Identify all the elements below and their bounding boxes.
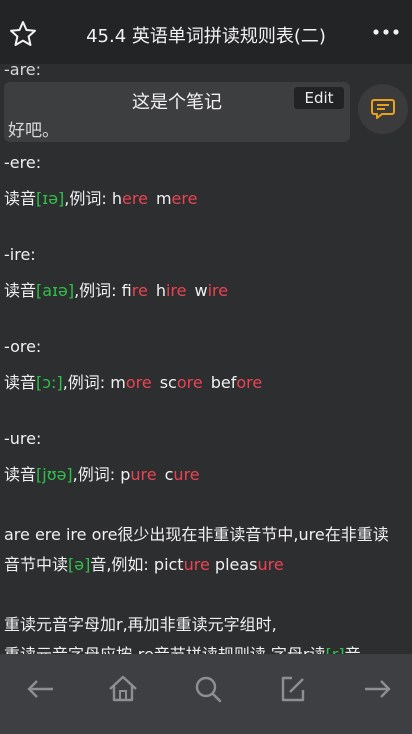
edit-icon[interactable] (270, 666, 316, 712)
ipa-symbol: [ɔ:] (36, 373, 63, 392)
example-word: score (159, 373, 203, 392)
paragraph-1-line-2: 音节中读[ə]音,例如: picture pleasure (4, 555, 284, 574)
example-word: more (110, 373, 152, 392)
page-title: 45.4 英语单词拼读规则表(二) (86, 26, 326, 47)
more-dots-icon[interactable] (372, 26, 400, 38)
arrow-left-icon[interactable] (17, 666, 63, 712)
pronunciation-line-ire: 读音[aɪə],例词: fire hire wire (4, 277, 228, 301)
paragraph-2-line-1: 重读元音字母加r,再加非重读元字组时, (4, 615, 277, 634)
note-body: 好吧。 (8, 121, 59, 141)
arrow-right-icon[interactable] (355, 666, 401, 712)
example-word: here (111, 189, 148, 208)
example-word: cure (164, 465, 200, 484)
pronunciation-prefix: 读音 (4, 281, 37, 300)
ipa-symbol: [ɪə] (36, 189, 65, 208)
example-word: pure (120, 465, 157, 484)
paragraph-2-line-2: 重读元音字母应按-re音节拼读规则读,字母r读[r]音 。 (4, 641, 382, 654)
example-word: hire (155, 281, 187, 300)
section-heading-ore: -ore: (4, 337, 42, 356)
article-content: -are: 这是个笔记 Edit 好吧。 -ere: 读音[ɪə],例词: he… (0, 64, 412, 654)
pronunciation-prefix: 读音 (4, 189, 37, 208)
section-heading-ere: -ere: (4, 153, 42, 172)
top-bar: 45.4 英语单词拼读规则表(二) (0, 0, 412, 64)
example-word: fire (121, 281, 148, 300)
bottom-nav (0, 654, 412, 734)
pronunciation-prefix: 读音 (4, 373, 37, 392)
home-icon[interactable] (100, 666, 146, 712)
example-label: ,例词: (72, 465, 121, 484)
example-word: wire (194, 281, 229, 300)
paragraph-1-line-1: are ere ire ore很少出现在非重读音节中,ure在非重读 (4, 525, 389, 544)
pronunciation-line-ere: 读音[ɪə],例词: here mere (4, 185, 197, 209)
example-label: ,例词: (74, 281, 122, 300)
example-label: ,例词: (64, 189, 112, 208)
ipa-symbol: [aɪə] (36, 281, 75, 300)
ipa-symbol: [r] (326, 645, 345, 654)
section-heading-ure: -ure: (4, 429, 42, 448)
ipa-symbol: [ə] (68, 555, 91, 574)
note-edit-button[interactable]: Edit (294, 87, 344, 109)
example-word: mere (155, 189, 198, 208)
pronunciation-line-ure: 读音[jʊə],例词: pure cure (4, 461, 200, 485)
pronunciation-prefix: 读音 (4, 465, 37, 484)
ipa-symbol: [jʊə] (36, 465, 73, 484)
chat-bubble-icon (371, 99, 395, 119)
example-word: before (210, 373, 263, 392)
star-outline-icon[interactable] (8, 19, 38, 49)
search-icon[interactable] (185, 666, 231, 712)
pronunciation-line-ore: 读音[ɔ:],例词: more score before (4, 369, 262, 393)
section-heading-ire: -ire: (4, 245, 36, 264)
note-chat-button[interactable] (358, 84, 408, 134)
example-label: ,例词: (62, 373, 111, 392)
note-card[interactable]: 这是个笔记 Edit 好吧。 (4, 82, 350, 142)
cutoff-heading: -are: (4, 64, 42, 79)
